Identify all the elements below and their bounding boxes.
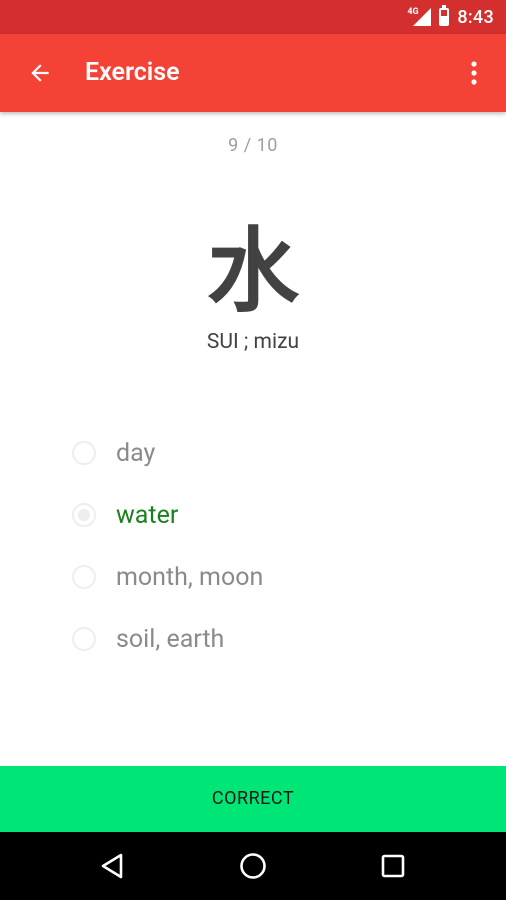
nav-recents-button[interactable]	[373, 846, 413, 886]
home-circle-icon	[240, 853, 266, 879]
app-bar: Exercise	[0, 34, 506, 112]
back-arrow-icon	[31, 64, 49, 82]
overflow-menu-button[interactable]	[454, 53, 494, 93]
kanji-reading: SUI ; mizu	[206, 330, 300, 354]
option-water[interactable]: water	[70, 484, 263, 546]
recents-square-icon	[381, 854, 405, 878]
option-label: day	[116, 438, 156, 468]
page-title: Exercise	[85, 58, 180, 87]
answer-options: day water month, moon soil, earth	[70, 422, 263, 670]
option-label: month, moon	[116, 562, 264, 592]
back-button[interactable]	[20, 53, 60, 93]
exercise-progress: 9 / 10	[228, 135, 278, 156]
system-nav-bar	[0, 832, 506, 900]
nav-back-button[interactable]	[92, 846, 132, 886]
kanji-character: 水	[206, 218, 299, 325]
result-label: CORRECT	[211, 788, 295, 809]
option-day[interactable]: day	[70, 422, 263, 484]
battery-icon	[439, 5, 450, 26]
overflow-menu-icon	[471, 61, 477, 85]
option-soil-earth[interactable]: soil, earth	[70, 608, 263, 670]
signal-icon: 4G	[407, 6, 432, 28]
option-label: water	[116, 500, 179, 530]
radio-button[interactable]	[72, 565, 96, 589]
option-month-moon[interactable]: month, moon	[70, 546, 263, 608]
clock: 8:43	[457, 6, 494, 28]
back-triangle-icon	[101, 853, 123, 879]
radio-button[interactable]	[72, 627, 96, 651]
radio-button-selected[interactable]	[72, 503, 96, 527]
status-icons: 4G 8:43	[407, 0, 494, 34]
radio-button[interactable]	[72, 441, 96, 465]
status-bar: 4G 8:43	[0, 0, 506, 34]
option-label: soil, earth	[116, 624, 225, 654]
nav-home-button[interactable]	[233, 846, 273, 886]
result-banner[interactable]: CORRECT	[0, 766, 506, 832]
